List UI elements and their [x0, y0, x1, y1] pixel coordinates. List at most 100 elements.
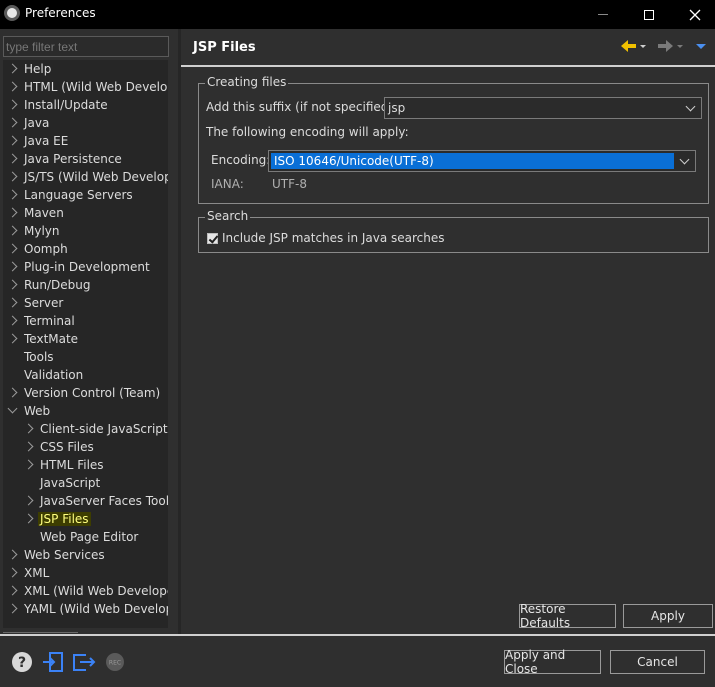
preference-tree[interactable]: Help HTML (Wild Web Develop Install/Update… — [3, 60, 168, 628]
chevron-right-icon[interactable] — [7, 243, 18, 254]
apply-button[interactable]: Apply — [623, 604, 713, 628]
app-icon — [4, 5, 20, 21]
tree-item-label: Validation — [24, 368, 84, 382]
tree-item-label: JavaServer Faces Tools — [40, 494, 168, 508]
tree-item[interactable]: Mylyn — [3, 223, 168, 241]
tree-item[interactable]: Oomph — [3, 241, 168, 259]
chevron-right-icon[interactable] — [7, 297, 18, 308]
chevron-right-icon[interactable] — [7, 81, 18, 92]
tree-item[interactable]: Web — [3, 403, 168, 421]
tree-item[interactable]: JavaServer Faces Tools — [3, 493, 168, 511]
encoding-value: ISO 10646/Unicode(UTF-8) — [271, 153, 674, 169]
svg-text:?: ? — [18, 655, 26, 671]
minimize-icon — [598, 14, 608, 15]
tree-item[interactable]: Maven — [3, 205, 168, 223]
tree-item-label: Web Services — [24, 548, 105, 562]
encoding-combo[interactable]: ISO 10646/Unicode(UTF-8) — [268, 150, 696, 172]
export-button[interactable] — [72, 651, 96, 673]
tree-item[interactable]: Version Control (Team) — [3, 385, 168, 403]
tree-horizontal-scrollbar[interactable] — [3, 632, 78, 633]
chevron-right-icon[interactable] — [23, 495, 34, 506]
chevron-right-icon[interactable] — [7, 135, 18, 146]
suffix-combo[interactable]: jsp — [384, 97, 702, 119]
tree-item-label: Plug-in Development — [24, 260, 150, 274]
forward-button[interactable] — [655, 37, 685, 55]
tree-item[interactable]: Install/Update — [3, 97, 168, 115]
forward-arrow-icon — [658, 40, 683, 52]
record-button[interactable]: REC — [104, 651, 126, 673]
tree-item[interactable]: Help — [3, 61, 168, 79]
tree-item-label: Mylyn — [24, 224, 60, 238]
tree-item-label: Server — [24, 296, 64, 310]
tree-item[interactable]: JS/TS (Wild Web Develop — [3, 169, 168, 187]
tree-item[interactable]: Web Page Editor — [3, 529, 168, 547]
tree-item[interactable]: XML (Wild Web Develope — [3, 583, 168, 601]
back-button[interactable] — [619, 37, 649, 55]
chevron-right-icon[interactable] — [7, 567, 18, 578]
chevron-right-icon[interactable] — [7, 261, 18, 272]
import-button[interactable] — [41, 651, 63, 673]
tree-item[interactable]: Plug-in Development — [3, 259, 168, 277]
iana-value: UTF-8 — [272, 177, 307, 191]
chevron-right-icon[interactable] — [23, 459, 34, 470]
tree-item[interactable]: Web Services — [3, 547, 168, 565]
tree-item[interactable]: Client-side JavaScript — [3, 421, 168, 439]
tree-item[interactable]: CSS Files — [3, 439, 168, 457]
include-jsp-checkbox[interactable] — [207, 233, 218, 244]
tree-item[interactable]: JSP Files — [3, 511, 168, 529]
chevron-right-icon[interactable] — [7, 99, 18, 110]
tree-item[interactable]: Server — [3, 295, 168, 313]
tree-item-label: JavaScript — [40, 476, 101, 490]
restore-defaults-button[interactable]: Restore Defaults — [519, 602, 616, 630]
chevron-right-icon[interactable] — [7, 279, 18, 290]
tree-item[interactable]: HTML Files — [3, 457, 168, 475]
chevron-right-icon[interactable] — [7, 189, 18, 200]
maximize-button[interactable] — [626, 0, 672, 29]
chevron-right-icon[interactable] — [7, 387, 18, 398]
svg-text:REC: REC — [109, 660, 121, 667]
chevron-right-icon[interactable] — [7, 171, 18, 182]
chevron-right-icon[interactable] — [7, 117, 18, 128]
tree-item-label: Java Persistence — [24, 152, 122, 166]
chevron-right-icon[interactable] — [7, 603, 18, 614]
tree-item[interactable]: Java EE — [3, 133, 168, 151]
tree-item[interactable]: Validation — [3, 367, 168, 385]
suffix-label: Add this suffix (if not specified): — [206, 100, 398, 114]
tree-item[interactable]: Java Persistence — [3, 151, 168, 169]
tree-item[interactable]: Terminal — [3, 313, 168, 331]
chevron-right-icon[interactable] — [23, 441, 34, 452]
chevron-right-icon[interactable] — [7, 333, 18, 344]
filter-input[interactable] — [3, 36, 169, 57]
view-menu-button[interactable] — [693, 37, 709, 55]
chevron-right-icon[interactable] — [7, 207, 18, 218]
tree-item[interactable]: JavaScript — [3, 475, 168, 493]
export-icon — [73, 654, 96, 671]
chevron-right-icon[interactable] — [7, 225, 18, 236]
tree-item[interactable]: HTML (Wild Web Develop — [3, 79, 168, 97]
close-button[interactable] — [672, 0, 715, 29]
chevron-right-icon[interactable] — [7, 585, 18, 596]
chevron-right-icon[interactable] — [7, 153, 18, 164]
chevron-right-icon[interactable] — [23, 423, 34, 434]
encoding-note: The following encoding will apply: — [206, 125, 409, 139]
chevron-right-icon[interactable] — [23, 513, 34, 524]
tree-item[interactable]: TextMate — [3, 331, 168, 349]
chevron-down-icon[interactable] — [7, 403, 18, 414]
tree-item[interactable]: Run/Debug — [3, 277, 168, 295]
chevron-right-icon[interactable] — [7, 315, 18, 326]
close-icon — [689, 9, 701, 20]
tree-item[interactable]: Tools — [3, 349, 168, 367]
tree-item[interactable]: YAML (Wild Web Develop — [3, 601, 168, 619]
tree-item[interactable]: Language Servers — [3, 187, 168, 205]
tree-item[interactable]: XML — [3, 565, 168, 583]
chevron-right-icon[interactable] — [7, 63, 18, 74]
chevron-down-icon — [679, 154, 690, 165]
apply-and-close-button[interactable]: Apply and Close — [504, 648, 601, 676]
chevron-right-icon[interactable] — [7, 549, 18, 560]
include-jsp-label[interactable]: Include JSP matches in Java searches — [222, 231, 445, 245]
minimize-button[interactable] — [580, 0, 626, 29]
tree-item[interactable]: Java — [3, 115, 168, 133]
cancel-button[interactable]: Cancel — [610, 650, 705, 674]
help-button[interactable]: ? — [11, 651, 33, 673]
tree-item-label: Client-side JavaScript — [40, 422, 168, 436]
